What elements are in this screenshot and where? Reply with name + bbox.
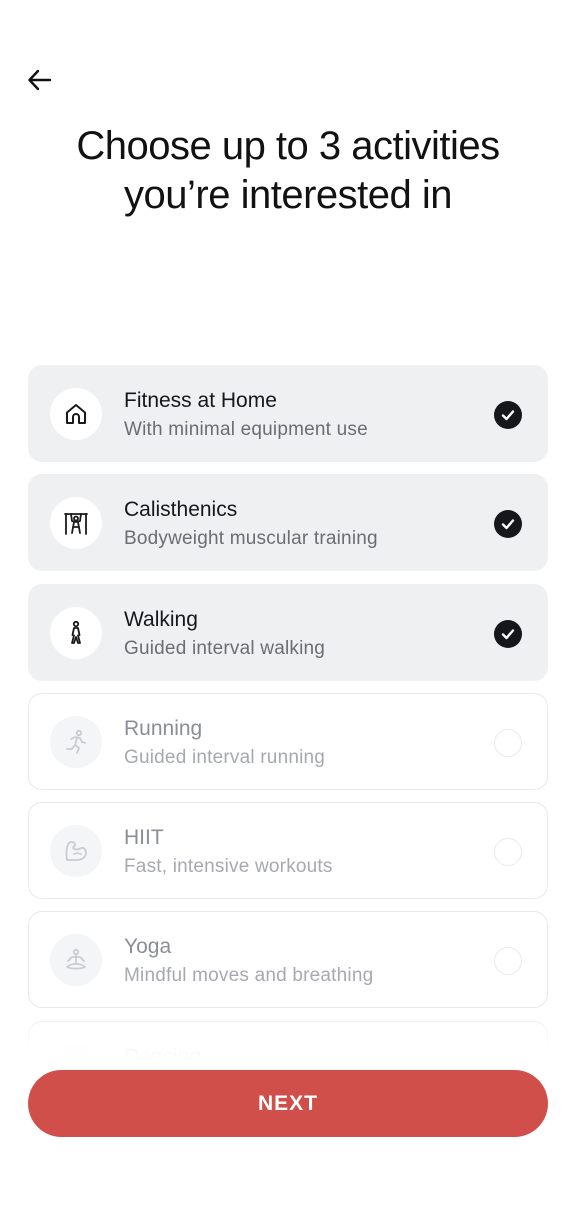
walking-person-icon	[71, 620, 81, 644]
empty-radio-icon[interactable]	[494, 838, 522, 867]
next-button[interactable]: NEXT	[28, 1070, 548, 1137]
activity-icon-circle	[50, 1043, 102, 1063]
activity-icon-circle	[50, 715, 102, 768]
activity-card-running[interactable]: Running Guided interval running	[28, 692, 548, 790]
activity-title: Running	[124, 716, 203, 740]
meditation-icon	[66, 949, 86, 970]
activity-card-fitness-at-home[interactable]: Fitness at Home With minimal equipment u…	[28, 365, 548, 462]
arrow-left-icon	[28, 69, 52, 91]
activity-title: HIIT	[124, 826, 164, 850]
activity-subtitle: Guided interval walking	[124, 637, 326, 659]
empty-radio-icon[interactable]	[494, 947, 522, 976]
activity-subtitle: Mindful moves and breathing	[124, 965, 374, 987]
activity-subtitle: Bodyweight muscular training	[124, 528, 378, 550]
activity-title: Dancing	[124, 1044, 202, 1063]
empty-radio-icon[interactable]	[494, 1056, 522, 1063]
page-title: Choose up to 3 activities you’re interes…	[76, 124, 500, 217]
activity-card-walking[interactable]: Walking Guided interval walking	[28, 583, 548, 681]
back-button[interactable]	[20, 60, 60, 100]
activity-title: Calisthenics	[124, 498, 238, 522]
activity-icon-circle	[50, 606, 102, 659]
checkmark-icon[interactable]	[494, 401, 522, 429]
activity-subtitle: Guided interval running	[124, 746, 326, 768]
checkmark-icon[interactable]	[494, 619, 522, 648]
screen: Choose up to 3 activities you’re interes…	[0, 0, 576, 1216]
activity-icon-circle	[50, 388, 102, 440]
activity-icon-circle	[50, 825, 102, 878]
dance-icon	[72, 1057, 83, 1063]
activity-card-dancing[interactable]: Dancing	[28, 1020, 548, 1063]
activity-icon-circle	[50, 934, 102, 987]
activity-title: Fitness at Home	[124, 389, 277, 412]
running-person-icon	[66, 729, 86, 754]
checkmark-icon[interactable]	[494, 510, 522, 539]
activity-subtitle: Fast, intensive workouts	[124, 856, 333, 878]
activity-card-yoga[interactable]: Yoga Mindful moves and breathing	[28, 911, 548, 1009]
flexed-arm-icon	[65, 841, 87, 862]
activity-list[interactable]: Fitness at Home With minimal equipment u…	[28, 365, 548, 1063]
empty-radio-icon[interactable]	[494, 728, 522, 757]
activity-title: Yoga	[124, 935, 172, 959]
activity-card-hiit[interactable]: HIIT Fast, intensive workouts	[28, 802, 548, 900]
activity-subtitle: With minimal equipment use	[124, 419, 368, 440]
pullup-bar-icon	[64, 513, 88, 536]
activity-title: Walking	[124, 607, 198, 631]
activity-icon-circle	[50, 497, 102, 550]
home-icon	[66, 404, 86, 424]
activity-card-calisthenics[interactable]: Calisthenics Bodyweight muscular trainin…	[28, 474, 548, 572]
